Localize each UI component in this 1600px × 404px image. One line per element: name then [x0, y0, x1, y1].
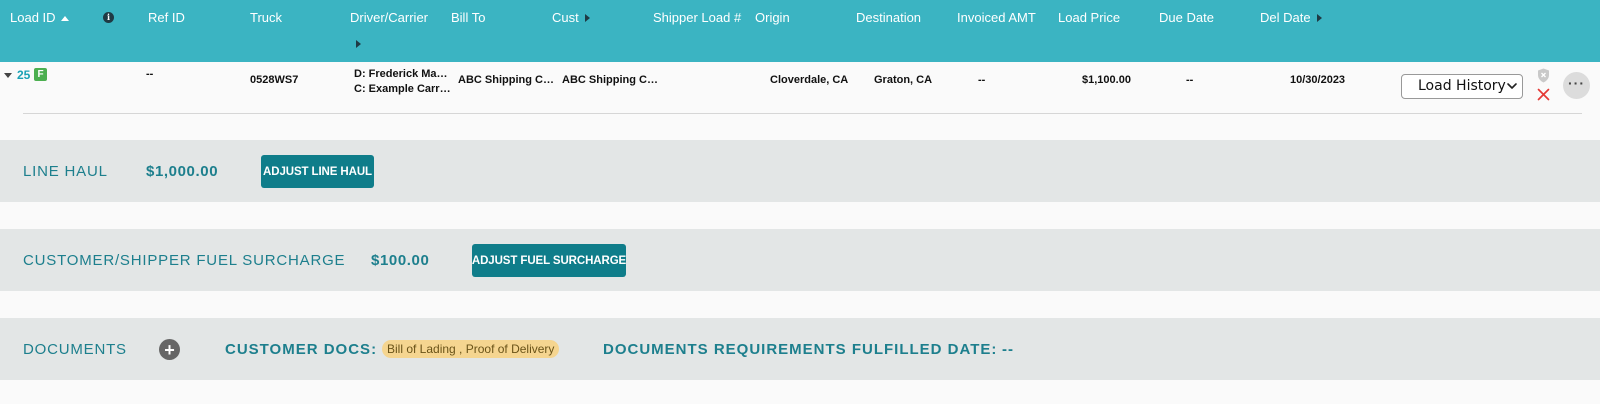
- col-origin[interactable]: Origin: [755, 11, 790, 25]
- line-haul-section: LINE HAUL $1,000.00 ADJUST LINE HAUL: [0, 140, 1600, 202]
- cust-cell: ABC Shipping Co…: [562, 74, 659, 86]
- invoiced-amt-cell: --: [978, 74, 986, 86]
- due-date-cell: --: [1186, 74, 1194, 86]
- line-haul-title: LINE HAUL: [23, 163, 108, 180]
- col-invoiced-amt[interactable]: Invoiced AMT: [957, 11, 1036, 25]
- add-document-button[interactable]: +: [159, 339, 180, 360]
- col-due-date-label: Due Date: [1159, 10, 1214, 25]
- col-destination-label: Destination: [856, 10, 922, 25]
- bill-to-cell: ABC Shipping Co…: [458, 74, 555, 86]
- load-history-select[interactable]: Load History: [1401, 74, 1523, 99]
- ref-id-cell: --: [146, 68, 154, 80]
- driver-cell: D: Frederick Mar…: [354, 68, 451, 80]
- f-badge: F: [34, 68, 47, 81]
- table-row[interactable]: 25 F -- 0528WS7 D: Frederick Mar… C: Exa…: [0, 62, 1600, 114]
- col-shipper-load[interactable]: Shipper Load #: [653, 11, 741, 25]
- col-load-price[interactable]: Load Price: [1058, 11, 1120, 25]
- fuel-surcharge-title: CUSTOMER/SHIPPER FUEL SURCHARGE: [23, 252, 346, 269]
- col-shipper-load-label: Shipper Load #: [653, 10, 742, 25]
- more-icon: ···: [1568, 75, 1585, 91]
- docs-fulfilled-value: --: [1002, 341, 1014, 358]
- col-info[interactable]: i: [103, 12, 114, 23]
- col-cust[interactable]: Cust: [552, 11, 590, 25]
- col-driver-carrier-label: Driver/Carrier: [350, 10, 428, 25]
- customer-docs-badge: Bill of Lading , Proof of Delivery: [382, 340, 560, 358]
- col-truck-label: Truck: [250, 10, 283, 25]
- table-header: Load ID i Ref ID Truck Driver/Carrier Bi…: [0, 0, 1600, 62]
- row-divider: [23, 113, 1582, 114]
- destination-cell: Graton, CA: [874, 74, 933, 86]
- documents-section: DOCUMENTS + CUSTOMER DOCS: Bill of Ladin…: [0, 318, 1600, 380]
- chevron-down-icon: [1506, 80, 1518, 92]
- carrier-cell: C: Example Carri…: [354, 83, 451, 95]
- shield-icon[interactable]: [1537, 68, 1550, 83]
- del-date-cell: 10/30/2023: [1290, 74, 1346, 86]
- col-driver-carrier[interactable]: Driver/Carrier: [350, 11, 428, 25]
- col-del-date[interactable]: Del Date: [1260, 11, 1322, 25]
- origin-cell: Cloverdale, CA: [770, 74, 849, 86]
- chevron-right-icon[interactable]: [584, 14, 590, 22]
- expand-icon[interactable]: [4, 73, 12, 78]
- adjust-line-haul-button[interactable]: ADJUST LINE HAUL: [261, 155, 374, 188]
- col-ref-id-label: Ref ID: [148, 10, 185, 25]
- add-icon: +: [164, 339, 175, 360]
- col-due-date[interactable]: Due Date: [1159, 11, 1214, 25]
- col-cust-label: Cust: [552, 10, 579, 25]
- col-del-date-label: Del Date: [1260, 10, 1311, 25]
- col-ref-id[interactable]: Ref ID: [148, 11, 185, 25]
- line-haul-amount: $1,000.00: [146, 163, 219, 180]
- load-price-cell: $1,100.00: [1082, 74, 1131, 86]
- load-history-select-value: Load History: [1418, 78, 1506, 94]
- col-load-id[interactable]: Load ID: [10, 11, 69, 25]
- more-button[interactable]: ···: [1563, 72, 1590, 99]
- col-origin-label: Origin: [755, 10, 790, 25]
- chevron-right-icon[interactable]: [356, 40, 361, 48]
- documents-title: DOCUMENTS: [23, 341, 127, 358]
- col-bill-to[interactable]: Bill To: [451, 11, 485, 25]
- close-icon[interactable]: [1537, 88, 1550, 101]
- sort-up-icon[interactable]: [60, 15, 69, 21]
- col-invoiced-amt-label: Invoiced AMT: [957, 10, 1036, 25]
- customer-docs-label: CUSTOMER DOCS:: [225, 341, 378, 358]
- chevron-right-icon[interactable]: [1316, 14, 1322, 22]
- col-load-price-label: Load Price: [1058, 10, 1121, 25]
- truck-cell: 0528WS7: [250, 74, 299, 86]
- col-destination[interactable]: Destination: [856, 11, 921, 25]
- info-icon[interactable]: i: [103, 12, 114, 23]
- col-bill-to-label: Bill To: [451, 10, 486, 25]
- load-id-link[interactable]: 25: [17, 68, 30, 82]
- col-load-id-label: Load ID: [10, 10, 56, 25]
- fuel-surcharge-amount: $100.00: [371, 252, 430, 269]
- col-truck[interactable]: Truck: [250, 11, 282, 25]
- docs-fulfilled-label: DOCUMENTS REQUIREMENTS FULFILLED DATE:: [603, 341, 998, 358]
- adjust-fuel-surcharge-button[interactable]: ADJUST FUEL SURCHARGE: [472, 244, 626, 277]
- fuel-surcharge-section: CUSTOMER/SHIPPER FUEL SURCHARGE $100.00 …: [0, 229, 1600, 291]
